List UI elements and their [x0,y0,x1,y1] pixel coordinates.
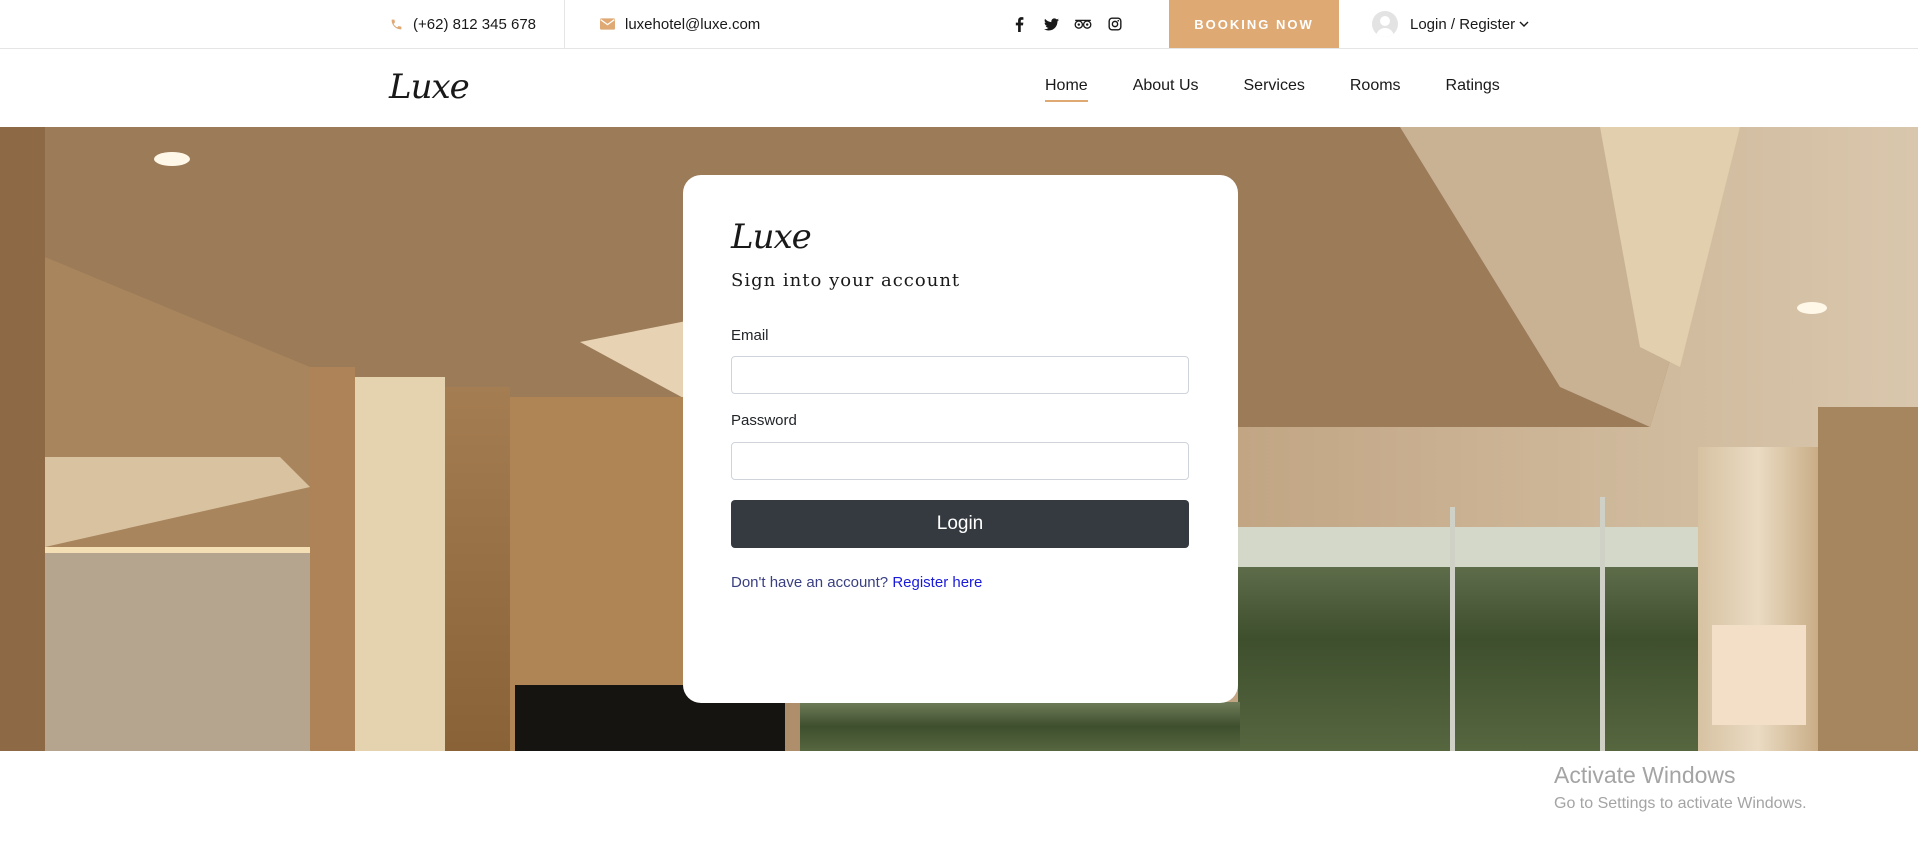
password-input[interactable] [731,442,1189,480]
social-links [1010,0,1124,48]
email-input[interactable] [731,356,1189,394]
nav-item-home[interactable]: Home [1045,77,1088,102]
nav-item-services[interactable]: Services [1244,77,1305,99]
register-prompt: Don't have an account? Register here [731,574,982,591]
windows-activation-watermark: Activate Windows Go to Settings to activ… [1554,762,1807,813]
avatar [1372,11,1398,37]
nav-item-ratings[interactable]: Ratings [1446,77,1500,99]
register-link[interactable]: Register here [892,574,982,591]
twitter-icon[interactable] [1042,15,1060,33]
envelope-icon [600,18,615,30]
site-logo[interactable]: Luxe [389,67,470,107]
facebook-icon[interactable] [1010,15,1028,33]
nav-item-rooms[interactable]: Rooms [1350,77,1401,99]
password-label: Password [731,412,797,429]
login-card-logo: Luxe [731,217,812,257]
main-menu: Home About Us Services Rooms Ratings [1045,49,1500,127]
email-contact[interactable]: luxehotel@luxe.com [600,0,760,48]
phone-icon [390,18,403,31]
watermark-subtitle: Go to Settings to activate Windows. [1554,795,1807,812]
nav-item-about-us[interactable]: About Us [1133,77,1199,99]
phone-contact[interactable]: (+62) 812 345 678 [390,0,536,48]
email-label: Email [731,327,769,344]
instagram-icon[interactable] [1106,15,1124,33]
login-subtitle: Sign into your account [731,270,961,291]
booking-now-button[interactable]: BOOKING NOW [1169,0,1339,48]
register-prompt-text: Don't have an account? [731,574,889,591]
main-navbar: Luxe Home About Us Services Rooms Rating… [0,49,1918,127]
login-register-dropdown[interactable]: Login / Register [1372,0,1529,48]
chevron-down-icon [1519,20,1529,28]
email-text: luxehotel@luxe.com [625,15,761,33]
login-register-label: Login / Register [1410,15,1516,33]
phone-text: (+62) 812 345 678 [413,15,537,33]
login-button[interactable]: Login [731,500,1189,548]
top-bar: (+62) 812 345 678 luxehotel@luxe.com BOO… [0,0,1918,49]
watermark-title: Activate Windows [1554,762,1736,788]
topbar-divider [564,0,565,48]
login-card: Luxe Sign into your account Email Passwo… [683,175,1238,703]
tripadvisor-icon[interactable] [1074,15,1092,33]
